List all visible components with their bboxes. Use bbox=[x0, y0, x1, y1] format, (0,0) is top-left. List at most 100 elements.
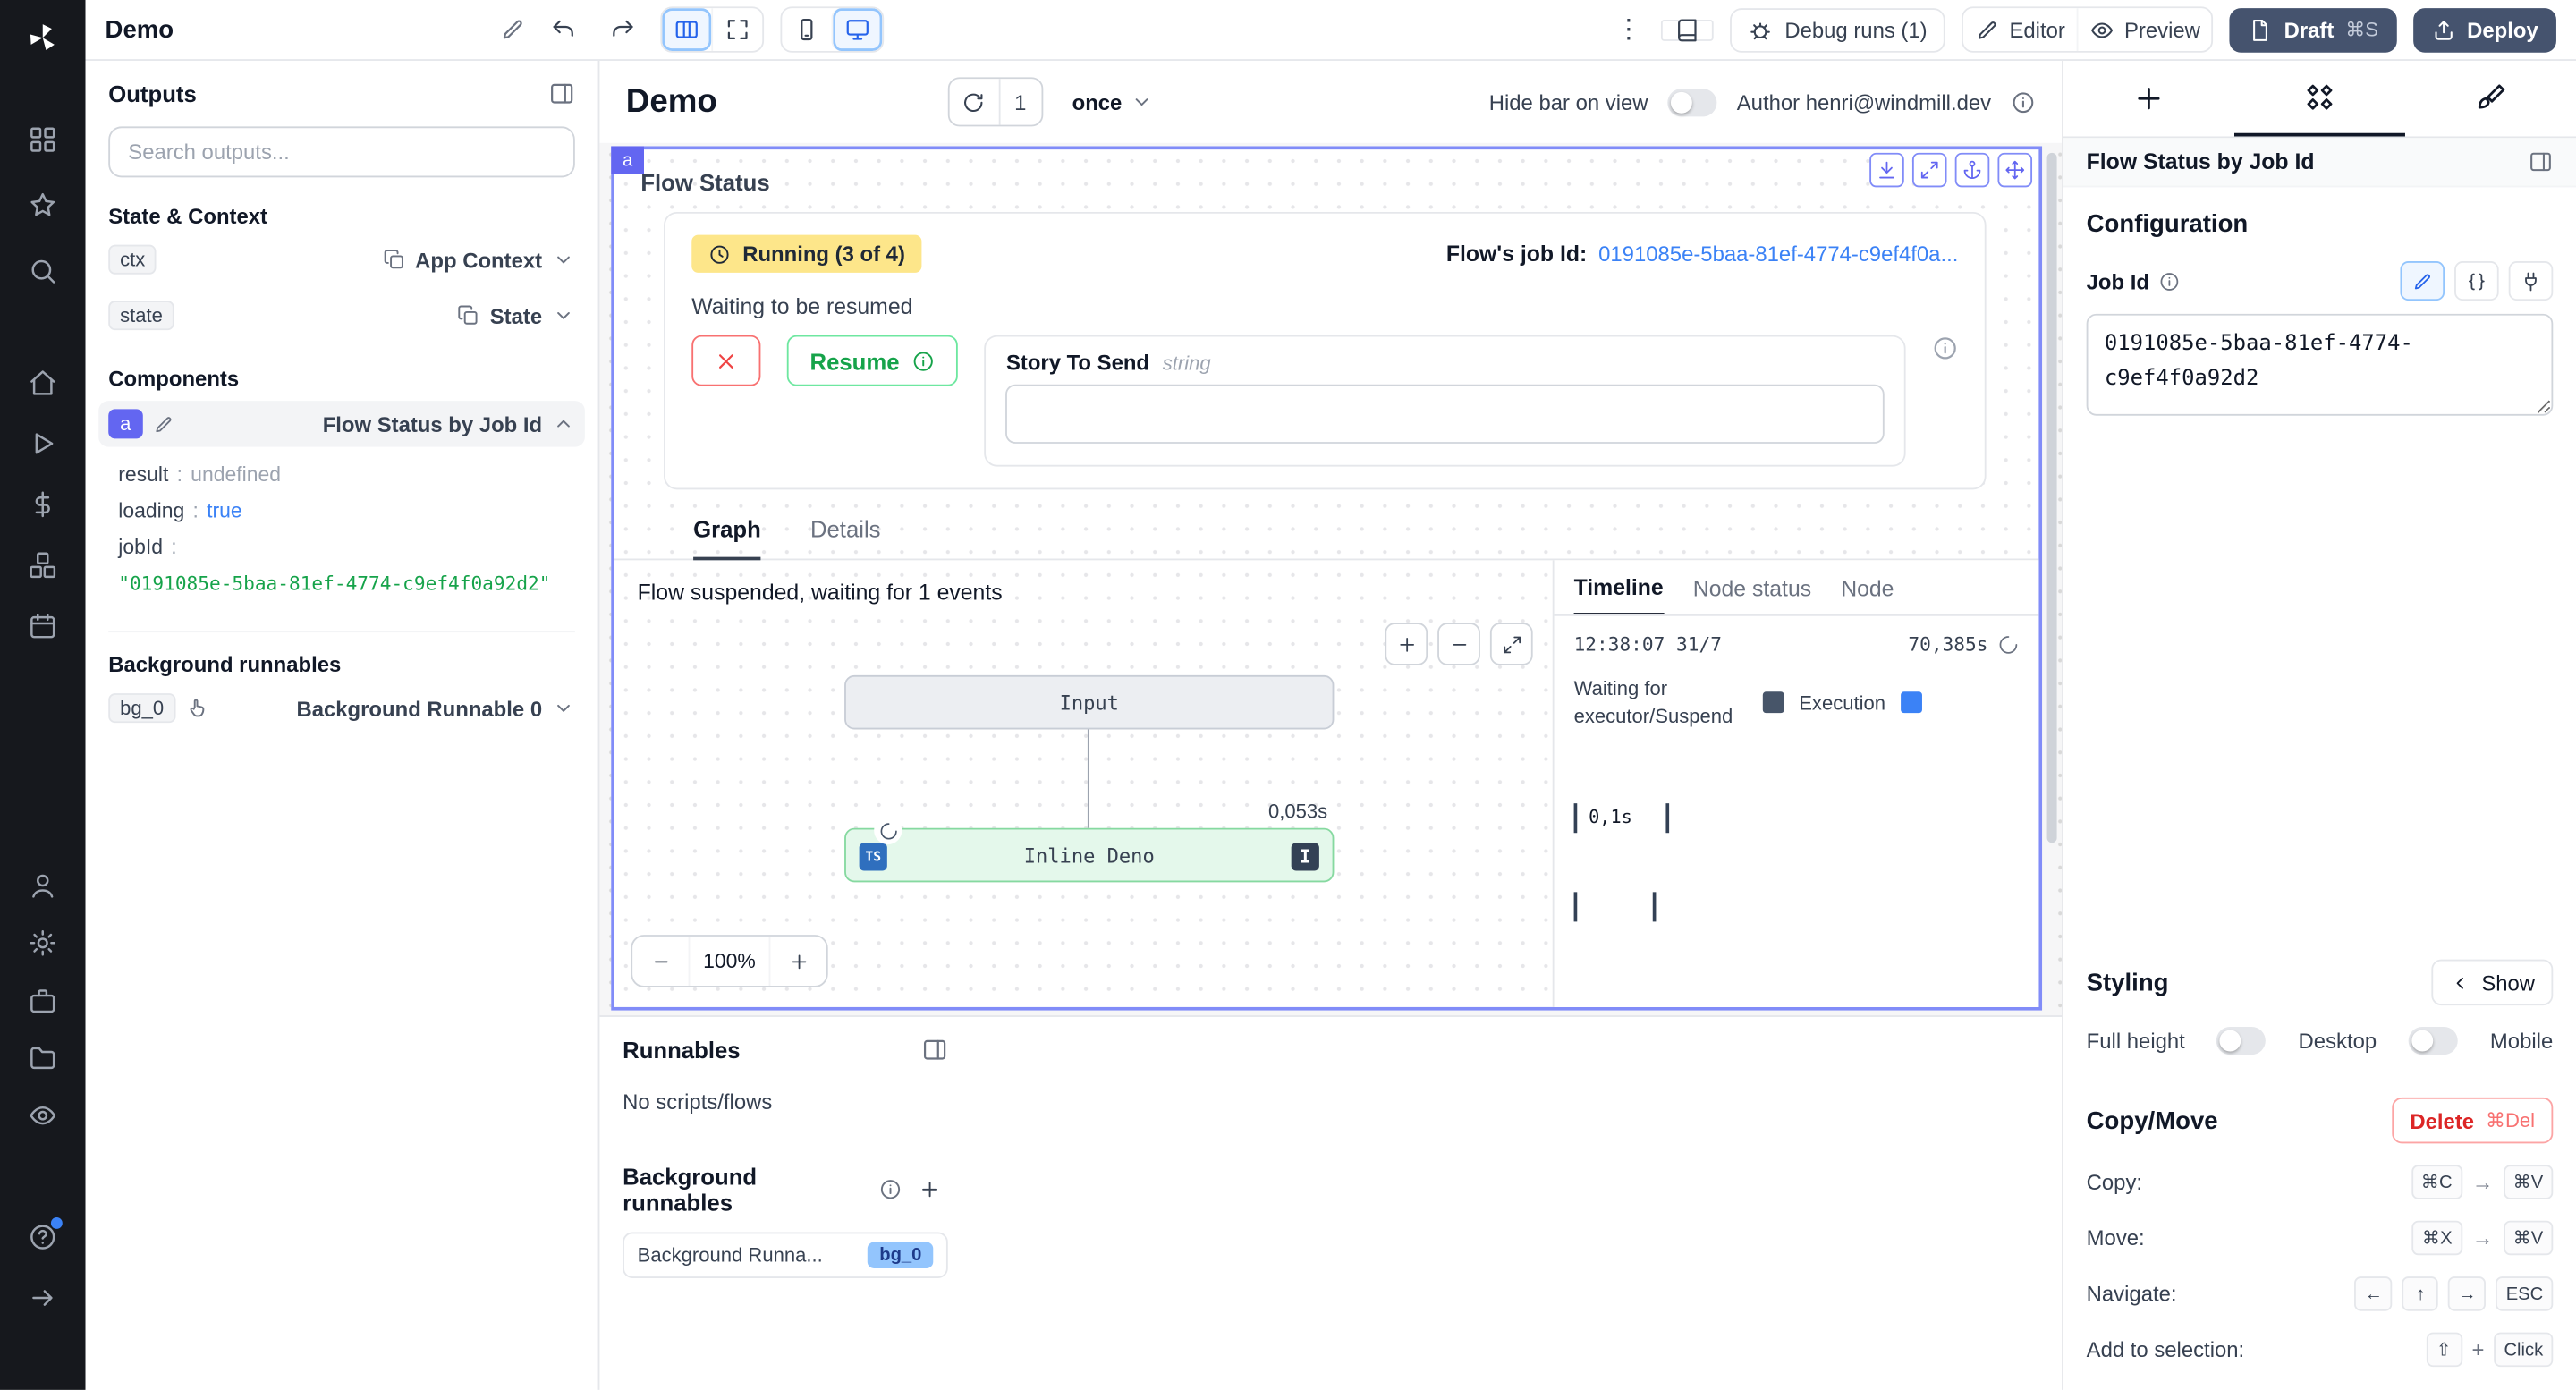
audit-logs-icon[interactable] bbox=[28, 1101, 57, 1131]
more-menu-button[interactable]: ⋮ bbox=[1612, 8, 1645, 51]
deploy-button[interactable]: Deploy bbox=[2413, 7, 2556, 52]
user-icon[interactable] bbox=[28, 870, 57, 900]
template-input-button[interactable] bbox=[2454, 261, 2499, 301]
tab-insert-component[interactable] bbox=[2063, 61, 2234, 136]
flow-status-component[interactable]: a Flow Status Running (3 of 4) bbox=[611, 146, 2042, 1010]
docs-button[interactable] bbox=[1662, 19, 1715, 40]
tab-styling[interactable] bbox=[2405, 61, 2576, 136]
component-row[interactable]: a Flow Status by Job Id bbox=[98, 401, 585, 446]
chevron-down-icon[interactable] bbox=[552, 304, 575, 327]
static-input-button[interactable] bbox=[2400, 261, 2445, 301]
show-styling-button[interactable]: Show bbox=[2432, 960, 2553, 1005]
component-label: Flow Status by Job Id bbox=[323, 411, 542, 436]
connect-input-button[interactable] bbox=[2509, 261, 2554, 301]
graph-node-inline-deno[interactable]: TS Inline Deno I bbox=[844, 828, 1334, 883]
edge-duration: 0,053s bbox=[1268, 800, 1327, 823]
favorites-icon[interactable] bbox=[28, 191, 57, 220]
undo-button[interactable] bbox=[542, 8, 585, 51]
folders-icon[interactable] bbox=[28, 1043, 57, 1072]
fit-view-button[interactable] bbox=[1490, 623, 1533, 665]
flow-graph[interactable]: Flow suspended, waiting for 1 events Inp… bbox=[614, 560, 1553, 1007]
refresh-interval-button[interactable]: 1 bbox=[947, 77, 1043, 126]
desktop-view-button[interactable] bbox=[831, 8, 882, 51]
schedule-dropdown[interactable]: once bbox=[1059, 77, 1166, 126]
jobid-input[interactable]: 0191085e-5baa-81ef-4774-c9ef4f0a92d2 bbox=[2087, 314, 2554, 416]
info-icon[interactable] bbox=[2011, 89, 2036, 114]
jobid-field-label: Job Id bbox=[2087, 268, 2149, 293]
info-icon[interactable] bbox=[2159, 270, 2181, 292]
move-handle[interactable] bbox=[1997, 153, 2032, 188]
fullscreen-handle[interactable] bbox=[1912, 153, 1947, 188]
fullwidth-layout-button[interactable] bbox=[711, 8, 762, 51]
runs-icon[interactable] bbox=[28, 428, 57, 458]
expand-sidebar-icon[interactable] bbox=[28, 1283, 57, 1312]
full-height-toggle[interactable] bbox=[2217, 1027, 2267, 1055]
resources-icon[interactable] bbox=[28, 550, 57, 580]
search-icon[interactable] bbox=[28, 257, 57, 286]
edit-id-icon[interactable] bbox=[152, 413, 174, 435]
graph-node-input[interactable]: Input bbox=[844, 675, 1334, 730]
expand-down-handle[interactable] bbox=[1869, 153, 1904, 188]
hide-bar-toggle[interactable] bbox=[1668, 88, 1717, 115]
state-badge: state bbox=[108, 301, 174, 330]
minus-icon bbox=[1448, 633, 1470, 655]
tab-component-settings[interactable] bbox=[2234, 61, 2405, 136]
editor-tab[interactable]: Editor bbox=[1963, 8, 2077, 51]
cancel-flow-button[interactable] bbox=[691, 335, 760, 386]
tab-node-status[interactable]: Node status bbox=[1693, 577, 1811, 614]
copy-icon[interactable] bbox=[457, 304, 480, 327]
hand-pointer-icon bbox=[185, 697, 208, 720]
draft-button[interactable]: Draft ⌘S bbox=[2230, 7, 2396, 52]
rename-app-icon[interactable] bbox=[499, 16, 525, 42]
preview-label: Preview bbox=[2124, 17, 2200, 42]
redo-button[interactable] bbox=[601, 8, 644, 51]
background-runnable-row[interactable]: bg_0 Background Runnable 0 bbox=[108, 683, 575, 733]
info-icon[interactable] bbox=[878, 1178, 902, 1201]
variables-icon[interactable] bbox=[28, 489, 57, 519]
canvas-scrollbar[interactable] bbox=[2047, 153, 2057, 843]
debug-runs-button[interactable]: Debug runs (1) bbox=[1731, 7, 1945, 52]
delete-component-button[interactable]: Delete ⌘Del bbox=[2392, 1098, 2553, 1143]
columns-layout-button[interactable] bbox=[662, 8, 711, 51]
workers-icon[interactable] bbox=[28, 986, 57, 1015]
apps-icon[interactable] bbox=[28, 125, 57, 155]
background-runnable-item[interactable]: Background Runna... bg_0 bbox=[623, 1233, 948, 1278]
flow-jobid-link[interactable]: 0191085e-5baa-81ef-4774-c9ef4f0a... bbox=[1598, 242, 1958, 267]
tab-node[interactable]: Node bbox=[1841, 577, 1894, 614]
zoom-plus-button[interactable] bbox=[770, 937, 826, 986]
story-label: Story To Send bbox=[1006, 350, 1149, 375]
copy-icon[interactable] bbox=[382, 248, 405, 271]
anchor-handle[interactable] bbox=[1955, 153, 1990, 188]
draft-label: Draft bbox=[2284, 17, 2334, 42]
mobile-view-button[interactable] bbox=[782, 8, 831, 51]
collapse-panel-icon[interactable] bbox=[548, 81, 574, 106]
tab-timeline[interactable]: Timeline bbox=[1574, 575, 1664, 616]
app-canvas[interactable]: a Flow Status Running (3 of 4) bbox=[599, 143, 2062, 1017]
story-input[interactable] bbox=[1006, 385, 1885, 444]
info-icon[interactable] bbox=[1932, 335, 1958, 361]
zoom-out-button[interactable] bbox=[1437, 623, 1480, 665]
legend-execution-swatch bbox=[1901, 692, 1922, 714]
windmill-logo[interactable] bbox=[25, 20, 61, 55]
search-outputs-input[interactable] bbox=[108, 126, 575, 177]
state-row[interactable]: state State bbox=[108, 291, 575, 340]
add-background-runnable-button[interactable] bbox=[912, 1172, 947, 1208]
chevron-down-icon[interactable] bbox=[552, 248, 575, 271]
resume-button[interactable]: Resume bbox=[787, 335, 959, 386]
chevron-down-icon[interactable] bbox=[552, 697, 575, 720]
legend-waiting-swatch bbox=[1763, 692, 1784, 714]
tab-graph[interactable]: Graph bbox=[693, 516, 761, 561]
schedules-icon[interactable] bbox=[28, 611, 57, 640]
collapse-panel-icon[interactable] bbox=[2529, 149, 2554, 174]
zoom-minus-button[interactable] bbox=[632, 937, 688, 986]
desktop-toggle[interactable] bbox=[2409, 1027, 2458, 1055]
chevron-up-icon[interactable] bbox=[552, 412, 575, 436]
zoom-in-button[interactable] bbox=[1385, 623, 1428, 665]
collapse-panel-icon[interactable] bbox=[921, 1037, 947, 1063]
preview-tab[interactable]: Preview bbox=[2077, 8, 2212, 51]
home-icon[interactable] bbox=[28, 368, 57, 397]
ctx-row[interactable]: ctx App Context bbox=[108, 235, 575, 284]
tab-details[interactable]: Details bbox=[810, 516, 881, 559]
configuration-heading: Configuration bbox=[2087, 210, 2554, 238]
settings-icon[interactable] bbox=[28, 928, 57, 958]
